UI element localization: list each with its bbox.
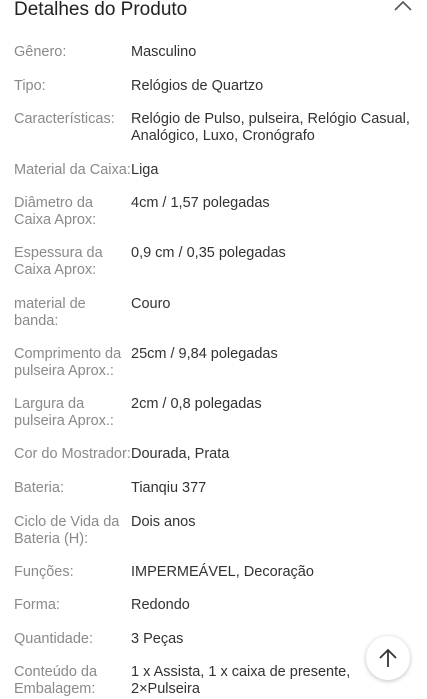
spec-label: Características: — [14, 111, 115, 127]
spec-label: Material da Caixa: — [14, 162, 131, 178]
spec-value: 0,9 cm / 0,35 polegadas — [131, 245, 286, 261]
spec-label: material de banda: — [14, 296, 86, 329]
spec-label: Bateria: — [14, 480, 64, 496]
page-title: Detalhes do Produto — [14, 0, 188, 20]
spec-value: IMPERMEÁVEL, Decoração — [131, 564, 314, 580]
spec-value: Dourada, Prata — [131, 446, 230, 462]
spec-value: Dois anos — [131, 514, 196, 530]
chevron-up-icon[interactable] — [392, 0, 414, 13]
product-details-header[interactable]: Detalhes do Produto — [0, 0, 427, 24]
spec-label: Ciclo de Vida da Bateria (H): — [14, 514, 120, 547]
spec-label: Cor do Mostrador: — [14, 446, 131, 462]
spec-value: Tianqiu 377 — [131, 480, 207, 496]
spec-value: 25cm / 9,84 polegadas — [131, 346, 278, 362]
spec-value: 4cm / 1,57 polegadas — [131, 195, 270, 211]
spec-label: Espessura da Caixa Aprox: — [14, 245, 103, 278]
spec-label: Forma: — [14, 597, 60, 613]
spec-label: Largura da pulseira Aprox.: — [14, 396, 114, 429]
spec-label: Funções: — [14, 564, 74, 580]
spec-value: Relógios de Quartzo — [131, 78, 264, 94]
spec-label: Diâmetro da Caixa Aprox: — [14, 195, 97, 228]
spec-label: Gênero: — [14, 44, 67, 60]
spec-label: Quantidade: — [14, 631, 94, 647]
spec-label: Tipo: — [14, 78, 46, 94]
spec-value: 2cm / 0,8 polegadas — [131, 396, 262, 412]
spec-value: Liga — [131, 162, 159, 178]
spec-value: Couro — [131, 296, 171, 312]
spec-value: Redondo — [131, 597, 190, 613]
spec-label: Comprimento da pulseira Aprox.: — [14, 346, 122, 379]
arrow-up-icon — [379, 648, 397, 667]
spec-value: Relógio de Pulso, pulseira, Relógio Casu… — [131, 111, 410, 144]
scroll-to-top-button[interactable] — [366, 636, 410, 680]
spec-value: Masculino — [131, 44, 197, 60]
spec-label: Conteúdo da Embalagem: — [14, 664, 98, 697]
